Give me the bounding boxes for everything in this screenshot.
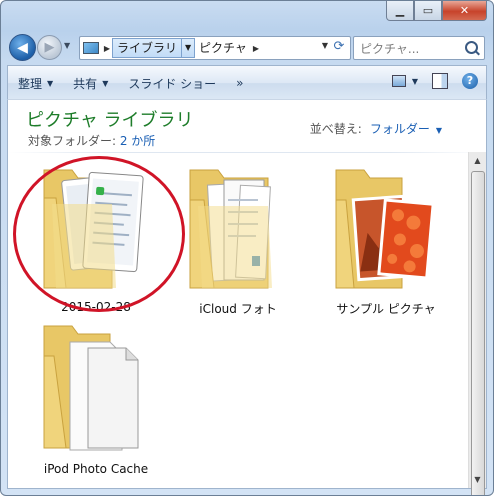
slideshow-label: スライド ショー — [128, 76, 217, 91]
library-locations: 対象フォルダー: 2 か所 — [28, 132, 155, 149]
chevron-down-icon: ▼ — [47, 78, 54, 88]
help-icon[interactable]: ? — [462, 73, 478, 89]
chevron-right-icon[interactable]: ▶ — [102, 44, 112, 53]
library-title: ピクチャ ライブラリ — [26, 110, 194, 131]
divider — [8, 152, 486, 153]
locations-link[interactable]: 2 か所 — [120, 134, 155, 148]
command-bar: 整理 ▼ 共有 ▼ スライド ショー » ▼ ? — [7, 65, 487, 100]
file-view: ピクチャ ライブラリ 対象フォルダー: 2 か所 並べ替え: フォルダー ▼ 2… — [7, 99, 487, 495]
close-button[interactable]: ✕ — [442, 1, 487, 21]
address-bar[interactable]: ▶ ライブラリ ▼ ピクチャ ▶ ▼ ⟳ — [79, 36, 351, 60]
breadcrumb-pictures[interactable]: ピクチャ — [195, 39, 251, 57]
folder-icon — [43, 325, 139, 451]
view-icon — [391, 75, 406, 87]
search-placeholder: ピクチャ... — [360, 42, 420, 56]
folder-label: サンプル ピクチャ — [336, 302, 436, 316]
search-icon[interactable] — [465, 41, 478, 54]
chevron-down-icon[interactable]: ▼ — [182, 38, 196, 58]
chevron-down-icon: ▼ — [102, 78, 109, 88]
folder-icon — [335, 169, 435, 289]
explorer-window: ▁ ▭ ✕ ◀ ▶ ▼ ▶ ライブラリ ▼ ピクチャ ▶ ▼ ⟳ ピクチャ...… — [0, 0, 494, 496]
vertical-scrollbar[interactable]: ▲ ▼ — [468, 152, 486, 495]
scroll-down-button[interactable]: ▼ — [469, 471, 486, 488]
preview-pane-icon[interactable] — [432, 73, 448, 89]
scroll-up-button[interactable]: ▲ — [469, 152, 486, 169]
address-history-dropdown[interactable]: ▼ — [322, 41, 328, 50]
folder-item[interactable]: iCloud フォト — [168, 160, 308, 320]
arrange-label: 並べ替え: — [309, 122, 362, 136]
chevron-down-icon[interactable]: ▼ — [436, 126, 442, 135]
change-view-button[interactable]: ▼ — [391, 75, 418, 87]
chevron-right-icon[interactable]: ▶ — [251, 44, 261, 53]
view-controls: ▼ ? — [391, 73, 478, 89]
slideshow-button[interactable]: スライド ショー — [118, 66, 226, 100]
folder-label: iPod Photo Cache — [43, 462, 149, 476]
folder-item[interactable]: iPod Photo Cache — [26, 322, 166, 482]
more-chevron-icon: » — [236, 76, 244, 90]
share-label: 共有 — [73, 76, 98, 91]
caption-buttons: ▁ ▭ ✕ — [386, 1, 487, 21]
folder-icon — [189, 169, 272, 289]
locations-prefix: 対象フォルダー: — [28, 134, 120, 148]
breadcrumb-libraries[interactable]: ライブラリ — [112, 38, 183, 58]
folder-item[interactable]: サンプル ピクチャ — [316, 160, 456, 320]
search-input[interactable]: ピクチャ... — [353, 36, 485, 60]
maximize-button[interactable]: ▭ — [414, 1, 442, 21]
forward-button[interactable]: ▶ — [37, 35, 62, 60]
recent-pages-dropdown[interactable]: ▼ — [64, 41, 70, 50]
address-row: ◀ ▶ ▼ ▶ ライブラリ ▼ ピクチャ ▶ ▼ ⟳ ピクチャ... — [1, 31, 493, 61]
folder-label: iCloud フォト — [199, 302, 277, 316]
organize-menu[interactable]: 整理 ▼ — [8, 66, 63, 100]
pictures-icon — [80, 38, 102, 58]
organize-label: 整理 — [18, 76, 43, 91]
arrange-dropdown[interactable]: フォルダー — [370, 122, 430, 136]
minimize-button[interactable]: ▁ — [386, 1, 414, 21]
more-commands-button[interactable]: » — [226, 66, 253, 100]
highlight-annotation — [13, 156, 185, 312]
share-menu[interactable]: 共有 ▼ — [63, 66, 118, 100]
chevron-down-icon: ▼ — [411, 76, 418, 86]
scrollbar-thumb[interactable] — [471, 171, 485, 495]
back-button[interactable]: ◀ — [9, 34, 36, 61]
refresh-icon[interactable]: ⟳ — [330, 38, 348, 56]
arrange-by: 並べ替え: フォルダー ▼ — [310, 120, 442, 137]
